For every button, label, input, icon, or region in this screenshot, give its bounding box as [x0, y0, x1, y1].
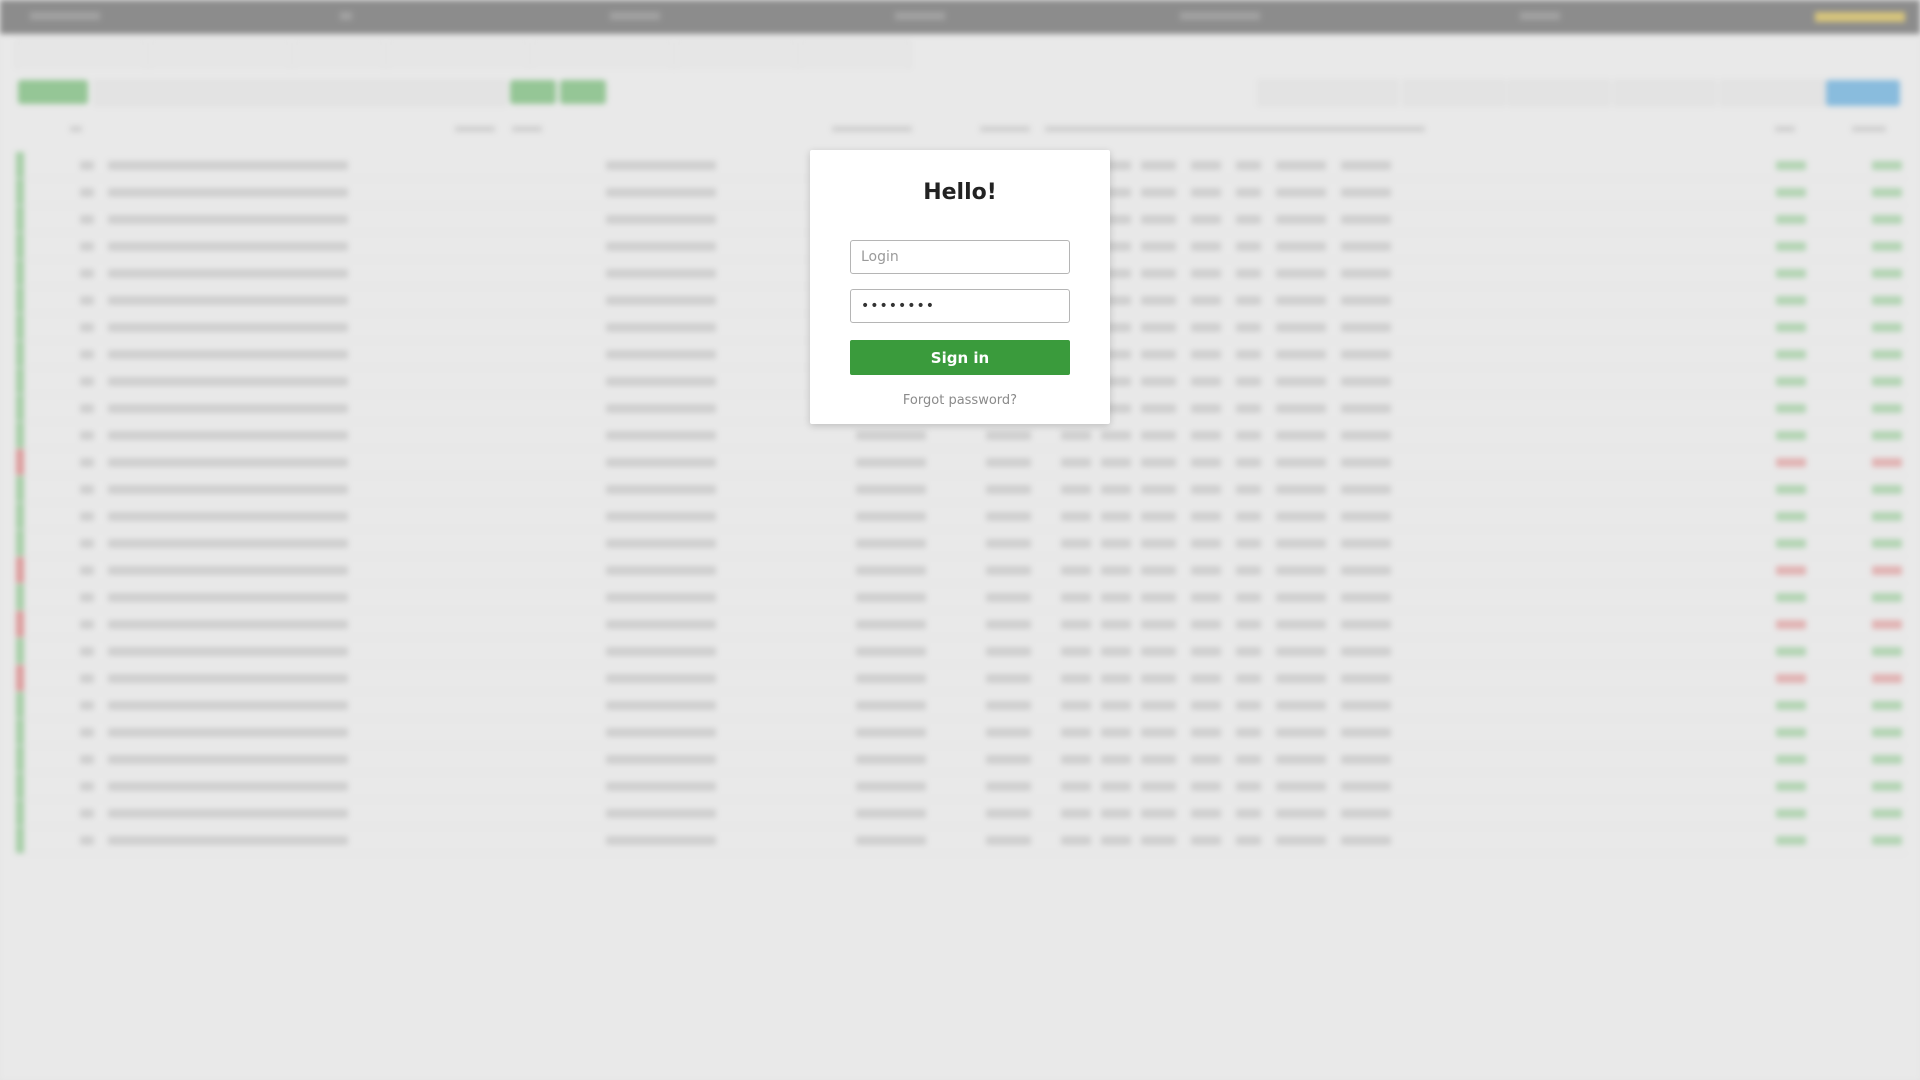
- login-field[interactable]: [850, 240, 1070, 274]
- login-dialog: Hello! Sign in Forgot password?: [810, 150, 1110, 424]
- password-field[interactable]: [850, 289, 1070, 323]
- forgot-password-link[interactable]: Forgot password?: [810, 393, 1110, 408]
- sign-in-button[interactable]: Sign in: [850, 340, 1070, 375]
- dialog-title: Hello!: [923, 180, 997, 205]
